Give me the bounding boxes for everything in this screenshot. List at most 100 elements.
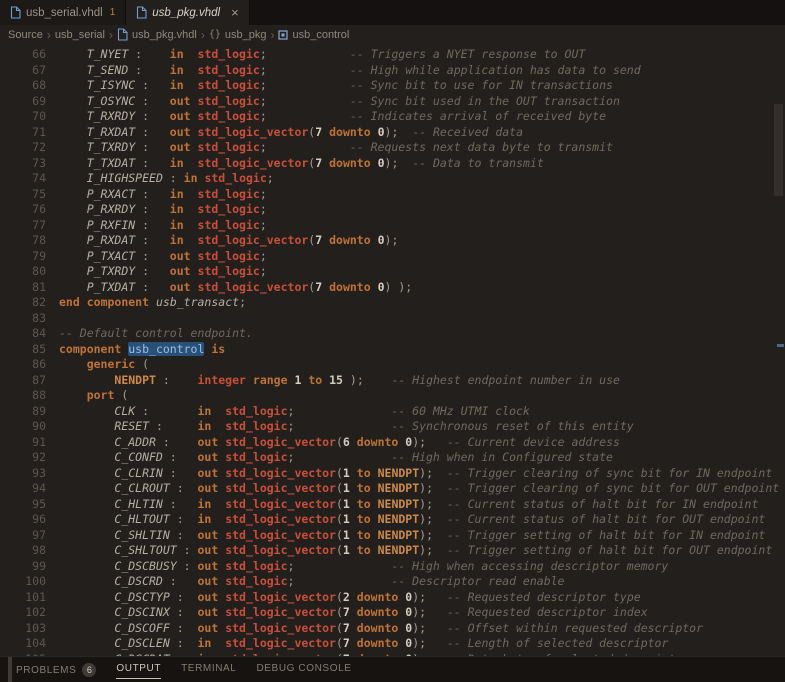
- code-line-94[interactable]: 94 C_CLROUT : out std_logic_vector(1 to …: [0, 481, 785, 497]
- line-number[interactable]: 70: [0, 109, 46, 125]
- panel-tab-terminal[interactable]: TERMINAL: [181, 663, 236, 678]
- line-number[interactable]: 75: [0, 187, 46, 203]
- line-number[interactable]: 101: [0, 590, 46, 606]
- code-line-67[interactable]: 67 T_SEND : in std_logic; -- High while …: [0, 63, 785, 79]
- code-line-97[interactable]: 97 C_SHLTIN : out std_logic_vector(1 to …: [0, 528, 785, 544]
- code-line-102[interactable]: 102 C_DSCINX : out std_logic_vector(7 do…: [0, 605, 785, 621]
- code-line-100[interactable]: 100 C_DSCRD : out std_logic; -- Descript…: [0, 574, 785, 590]
- code-line-92[interactable]: 92 C_CONFD : out std_logic; -- High when…: [0, 450, 785, 466]
- code-editor[interactable]: 66 T_NYET : in std_logic; -- Triggers a …: [0, 44, 785, 656]
- line-number[interactable]: 85: [0, 342, 46, 358]
- line-number[interactable]: 73: [0, 156, 46, 172]
- line-number[interactable]: 91: [0, 435, 46, 451]
- code-line-95[interactable]: 95 C_HLTIN : in std_logic_vector(1 to NE…: [0, 497, 785, 513]
- line-number[interactable]: 79: [0, 249, 46, 265]
- breadcrumb-item-usb-pkg-vhdl[interactable]: usb_pkg.vhdl: [117, 28, 197, 41]
- breadcrumb-label: usb_control: [292, 28, 350, 41]
- code-line-text: T_RXDAT : out std_logic_vector(7 downto …: [86, 124, 524, 139]
- line-number[interactable]: 99: [0, 559, 46, 575]
- file-icon: [117, 28, 128, 41]
- tab-usb-pkg-vhdl[interactable]: usb_pkg.vhdl ×: [126, 0, 250, 25]
- code-line-86[interactable]: 86 generic (: [0, 357, 785, 373]
- code-line-71[interactable]: 71 T_RXDAT : out std_logic_vector(7 down…: [0, 125, 785, 141]
- code-line-104[interactable]: 104 C_DSCLEN : in std_logic_vector(7 dow…: [0, 636, 785, 652]
- line-number[interactable]: 66: [0, 47, 46, 63]
- line-number[interactable]: 68: [0, 78, 46, 94]
- panel-scrollbar[interactable]: [8, 657, 12, 682]
- panel-tab-debug-console[interactable]: DEBUG CONSOLE: [256, 663, 351, 678]
- code-line-85[interactable]: 85 component usb_control is: [0, 341, 785, 358]
- code-line-99[interactable]: 99 C_DSCBUSY : out std_logic; -- High wh…: [0, 559, 785, 575]
- line-number[interactable]: 88: [0, 388, 46, 404]
- line-number[interactable]: 83: [0, 311, 46, 327]
- line-number[interactable]: 84: [0, 326, 46, 342]
- code-line-78[interactable]: 78 P_RXDAT : in std_logic_vector(7 downt…: [0, 233, 785, 249]
- panel-tab-label: PROBLEMS: [16, 664, 77, 676]
- line-number[interactable]: 95: [0, 497, 46, 513]
- panel-tab-bar: PROBLEMS 6 OUTPUT TERMINAL DEBUG CONSOLE: [0, 656, 785, 682]
- code-line-87[interactable]: 87 NENDPT : integer range 1 to 15 ); -- …: [0, 373, 785, 389]
- tab-usb-serial-vhdl[interactable]: usb_serial.vhdl 1: [0, 0, 127, 25]
- code-line-84[interactable]: 84 -- Default control endpoint.: [0, 326, 785, 342]
- line-number[interactable]: 97: [0, 528, 46, 544]
- line-number[interactable]: 104: [0, 636, 46, 652]
- panel-tab-output[interactable]: OUTPUT: [116, 663, 162, 679]
- code-line-68[interactable]: 68 T_ISYNC : in std_logic; -- Sync bit t…: [0, 78, 785, 94]
- code-line-text: P_TXDAT : out std_logic_vector(7 downto …: [86, 279, 413, 294]
- line-number[interactable]: 98: [0, 543, 46, 559]
- line-number[interactable]: 100: [0, 574, 46, 590]
- code-line-73[interactable]: 73 T_TXDAT : in std_logic_vector(7 downt…: [0, 156, 785, 172]
- line-number[interactable]: 67: [0, 63, 46, 79]
- code-line-69[interactable]: 69 T_OSYNC : out std_logic; -- Sync bit …: [0, 94, 785, 110]
- code-line-101[interactable]: 101 C_DSCTYP : out std_logic_vector(2 do…: [0, 590, 785, 606]
- line-number[interactable]: 90: [0, 419, 46, 435]
- code-line-98[interactable]: 98 C_SHLTOUT : out std_logic_vector(1 to…: [0, 543, 785, 559]
- line-number[interactable]: 78: [0, 233, 46, 249]
- line-number[interactable]: 96: [0, 512, 46, 528]
- line-number[interactable]: 89: [0, 404, 46, 420]
- line-number[interactable]: 103: [0, 621, 46, 637]
- code-line-93[interactable]: 93 C_CLRIN : out std_logic_vector(1 to N…: [0, 466, 785, 482]
- line-number[interactable]: 69: [0, 94, 46, 110]
- line-number[interactable]: 102: [0, 605, 46, 621]
- code-line-77[interactable]: 77 P_RXFIN : in std_logic;: [0, 218, 785, 234]
- highlighted-word[interactable]: usb_control: [128, 341, 205, 356]
- line-number[interactable]: 94: [0, 481, 46, 497]
- line-number[interactable]: 76: [0, 202, 46, 218]
- breadcrumb-item-usb-pkg[interactable]: {} usb_pkg: [209, 29, 267, 41]
- code-line-76[interactable]: 76 P_RXRDY : in std_logic;: [0, 202, 785, 218]
- breadcrumb-item-usb-control[interactable]: usb_control: [278, 29, 349, 41]
- code-line-96[interactable]: 96 C_HLTOUT : in std_logic_vector(1 to N…: [0, 512, 785, 528]
- code-line-103[interactable]: 103 C_DSCOFF : out std_logic_vector(7 do…: [0, 621, 785, 637]
- code-line-81[interactable]: 81 P_TXDAT : out std_logic_vector(7 down…: [0, 280, 785, 296]
- line-number[interactable]: 82: [0, 295, 46, 311]
- code-line-82[interactable]: 82 end component usb_transact;: [0, 295, 785, 311]
- line-number[interactable]: 87: [0, 373, 46, 389]
- line-number[interactable]: 92: [0, 450, 46, 466]
- code-line-74[interactable]: 74 I_HIGHSPEED : in std_logic;: [0, 171, 785, 187]
- code-line-66[interactable]: 66 T_NYET : in std_logic; -- Triggers a …: [0, 47, 785, 63]
- code-line-90[interactable]: 90 RESET : in std_logic; -- Synchronous …: [0, 419, 785, 435]
- line-number[interactable]: 86: [0, 357, 46, 373]
- code-line-72[interactable]: 72 T_TXRDY : out std_logic; -- Requests …: [0, 140, 785, 156]
- breadcrumb-item-source[interactable]: Source: [8, 29, 43, 41]
- code-line-88[interactable]: 88 port (: [0, 388, 785, 404]
- line-number[interactable]: 77: [0, 218, 46, 234]
- code-line-75[interactable]: 75 P_RXACT : in std_logic;: [0, 187, 785, 203]
- code-line-80[interactable]: 80 P_TXRDY : out std_logic;: [0, 264, 785, 280]
- line-number[interactable]: 80: [0, 264, 46, 280]
- panel-tab-problems[interactable]: PROBLEMS 6: [16, 663, 97, 681]
- vertical-scrollbar-thumb[interactable]: [774, 104, 783, 196]
- close-icon[interactable]: ×: [231, 6, 239, 19]
- breadcrumb-item-usb-serial[interactable]: usb_serial: [55, 29, 105, 41]
- code-line-89[interactable]: 89 CLK : in std_logic; -- 60 MHz UTMI cl…: [0, 404, 785, 420]
- line-number[interactable]: 93: [0, 466, 46, 482]
- line-number[interactable]: 81: [0, 280, 46, 296]
- code-line-91[interactable]: 91 C_ADDR : out std_logic_vector(6 downt…: [0, 435, 785, 451]
- line-number[interactable]: 74: [0, 171, 46, 187]
- code-line-79[interactable]: 79 P_TXACT : out std_logic;: [0, 249, 785, 265]
- code-line-83[interactable]: 83: [0, 311, 785, 327]
- line-number[interactable]: 72: [0, 140, 46, 156]
- code-line-70[interactable]: 70 T_RXRDY : out std_logic; -- Indicates…: [0, 109, 785, 125]
- line-number[interactable]: 71: [0, 125, 46, 141]
